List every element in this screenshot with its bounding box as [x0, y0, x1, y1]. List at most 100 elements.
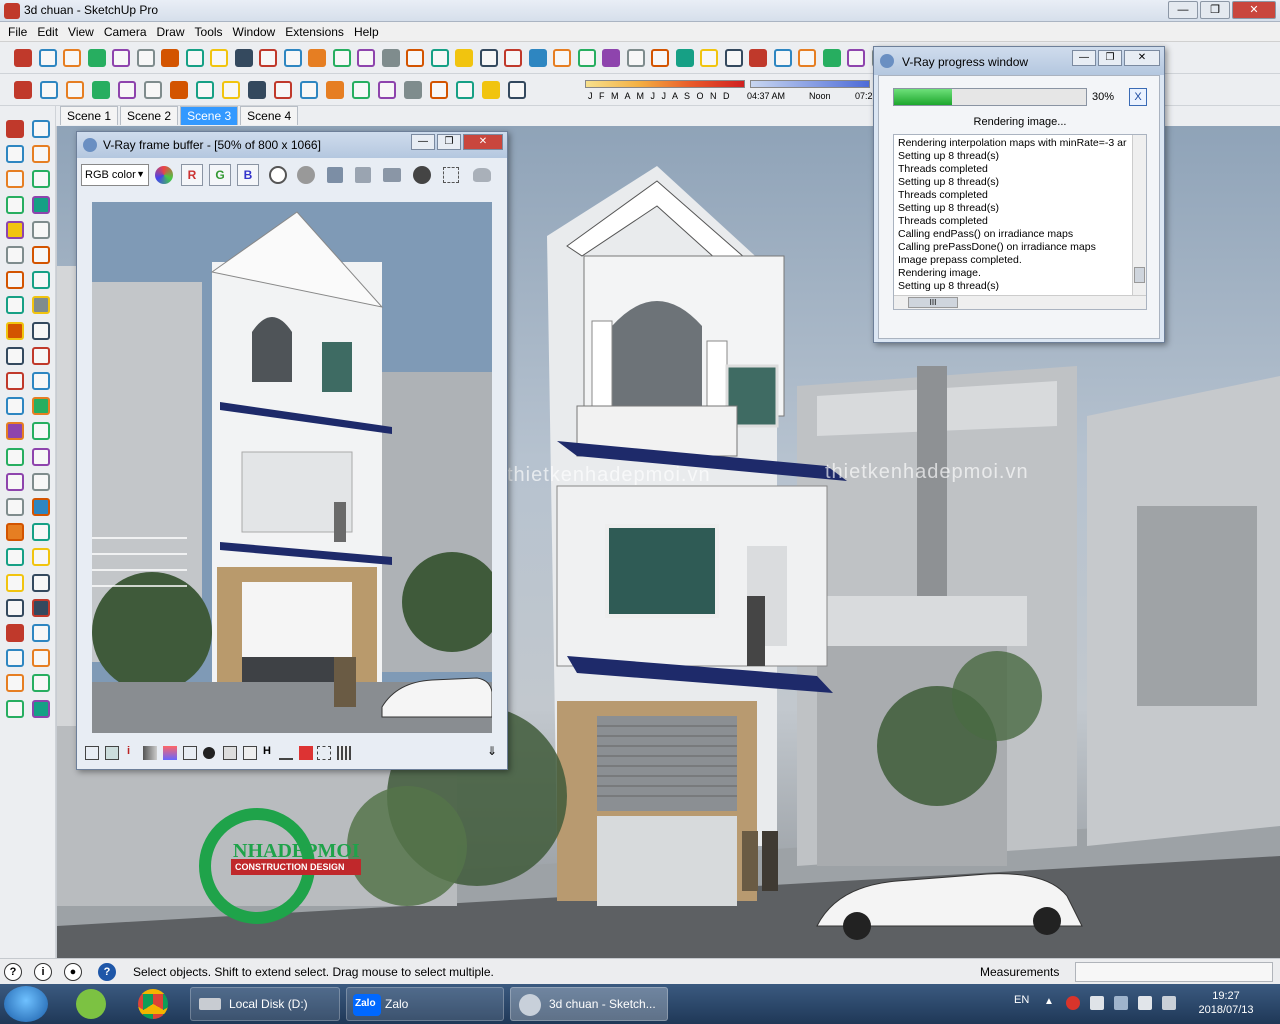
vray-tool-icon[interactable] — [92, 81, 110, 99]
tray-flag-icon[interactable] — [1162, 996, 1176, 1010]
toolbar1-tool-icon[interactable] — [14, 49, 32, 67]
record-icon[interactable] — [203, 747, 215, 759]
vfb-maximize-button[interactable]: ❐ — [437, 134, 461, 150]
minimize-button[interactable]: — — [1168, 1, 1198, 19]
time-slider[interactable] — [750, 80, 870, 88]
vray-tool-icon[interactable] — [118, 81, 136, 99]
channel-select[interactable]: RGB color ▼ — [81, 164, 149, 186]
vray-tool-icon[interactable] — [352, 81, 370, 99]
toolbar1-tool-icon[interactable] — [112, 49, 130, 67]
render-log[interactable]: Rendering interpolation maps with minRat… — [893, 134, 1147, 310]
palette-tool-icon[interactable] — [6, 548, 24, 567]
palette-tool-icon[interactable] — [32, 523, 50, 542]
vfb-minimize-button[interactable]: — — [411, 134, 435, 150]
palette-tool-icon[interactable] — [6, 246, 24, 264]
resize-icon[interactable] — [317, 746, 331, 760]
toolbar1-tool-icon[interactable] — [406, 49, 424, 67]
menu-window[interactable]: Window — [229, 22, 282, 41]
vray-tool-icon[interactable] — [378, 81, 396, 99]
toolbar1-tool-icon[interactable] — [161, 49, 179, 67]
save-icon[interactable] — [327, 167, 343, 183]
palette-tool-icon[interactable] — [6, 271, 24, 290]
toolbar1-tool-icon[interactable] — [283, 49, 302, 67]
palette-tool-icon[interactable] — [6, 346, 24, 365]
channel-r-button[interactable]: R — [181, 164, 203, 186]
flag-icon[interactable] — [299, 746, 313, 760]
toolbar1-tool-icon[interactable] — [381, 49, 400, 67]
pinned-app-icon[interactable] — [66, 987, 120, 1021]
palette-tool-icon[interactable] — [6, 296, 24, 315]
vpw-minimize-button[interactable]: — — [1072, 50, 1096, 66]
toolbar1-tool-icon[interactable] — [602, 49, 620, 67]
toolbar1-tool-icon[interactable] — [847, 49, 865, 67]
toolbar1-tool-icon[interactable] — [577, 49, 596, 67]
toolbar1-tool-icon[interactable] — [724, 49, 743, 67]
credits-icon[interactable]: i — [34, 963, 52, 981]
palette-tool-icon[interactable] — [32, 598, 50, 617]
histogram-icon[interactable] — [143, 746, 157, 760]
region-render-icon[interactable] — [443, 167, 459, 183]
vray-tool-icon[interactable] — [170, 81, 188, 99]
vray-progress-window[interactable]: V-Ray progress window — ❐ ✕ 30% X Render… — [873, 46, 1165, 343]
color-channels-icon[interactable] — [155, 166, 173, 184]
shadow-settings[interactable]: J F M A M J J A S O N D 04:37 AM Noon 07… — [585, 78, 875, 104]
close-button[interactable]: ✕ — [1232, 1, 1276, 19]
toolbar1-tool-icon[interactable] — [773, 49, 792, 67]
palette-tool-icon[interactable] — [32, 472, 50, 491]
maximize-button[interactable]: ❐ — [1200, 1, 1230, 19]
palette-tool-icon[interactable] — [6, 472, 24, 491]
toolbar1-tool-icon[interactable] — [357, 49, 375, 67]
vray-tool-icon[interactable] — [274, 81, 292, 99]
tray-cloud-icon[interactable] — [1114, 996, 1128, 1010]
palette-tool-icon[interactable] — [6, 447, 24, 466]
toolbar1-tool-icon[interactable] — [651, 49, 669, 67]
menu-extensions[interactable]: Extensions — [281, 22, 350, 41]
vray-tool-icon[interactable] — [456, 81, 474, 99]
channel-b-button[interactable]: B — [237, 164, 259, 186]
toolbar1-tool-icon[interactable] — [234, 49, 253, 67]
menu-tools[interactable]: Tools — [191, 22, 229, 41]
palette-tool-icon[interactable] — [6, 598, 24, 617]
tray-network-icon[interactable] — [1090, 996, 1104, 1010]
open-folder-icon[interactable] — [383, 168, 401, 182]
grid-icon[interactable] — [337, 746, 351, 760]
log-vertical-scrollbar[interactable] — [1132, 135, 1146, 295]
menu-draw[interactable]: Draw — [153, 22, 191, 41]
vray-tool-icon[interactable] — [14, 81, 32, 99]
menu-edit[interactable]: Edit — [33, 22, 64, 41]
vray-tool-icon[interactable] — [144, 81, 162, 99]
toolbar1-tool-icon[interactable] — [185, 49, 204, 67]
start-button[interactable] — [4, 986, 48, 1022]
taskbar-clock[interactable]: 19:27 2018/07/13 — [1196, 989, 1256, 1017]
palette-tool-icon[interactable] — [32, 271, 50, 290]
tray-expand-icon[interactable]: ▲ — [1044, 996, 1058, 1010]
compare-icon[interactable] — [243, 746, 257, 760]
toolbar1-tool-icon[interactable] — [700, 49, 718, 67]
toolbar1-tool-icon[interactable] — [308, 49, 326, 67]
ruler-icon[interactable] — [279, 746, 293, 760]
log-hscroll-thumb[interactable]: III — [908, 297, 958, 308]
alpha-icon[interactable] — [269, 166, 287, 184]
taskbar-zalo[interactable]: Zalo Zalo — [346, 987, 504, 1021]
tray-antivirus-icon[interactable] — [1066, 996, 1080, 1010]
palette-tool-icon[interactable] — [32, 699, 50, 718]
vray-tool-icon[interactable] — [222, 81, 240, 99]
vray-tool-icon[interactable] — [430, 81, 448, 99]
palette-tool-icon[interactable] — [32, 674, 50, 693]
toolbar1-tool-icon[interactable] — [822, 49, 841, 67]
vray-tool-icon[interactable] — [482, 81, 500, 99]
cancel-render-button[interactable]: X — [1129, 88, 1147, 106]
date-slider[interactable] — [585, 80, 745, 88]
palette-tool-icon[interactable] — [6, 624, 24, 642]
palette-tool-icon[interactable] — [6, 120, 24, 138]
menu-view[interactable]: View — [64, 22, 100, 41]
log-horizontal-scrollbar[interactable]: III — [894, 295, 1146, 309]
toolbar1-tool-icon[interactable] — [87, 49, 106, 67]
user-icon[interactable]: ● — [64, 963, 82, 981]
measurements-input[interactable] — [1075, 962, 1273, 982]
palette-tool-icon[interactable] — [6, 649, 24, 668]
toolbar1-tool-icon[interactable] — [798, 49, 816, 67]
palette-tool-icon[interactable] — [32, 296, 50, 315]
palette-tool-icon[interactable] — [32, 321, 50, 340]
tab-scene-4[interactable]: Scene 4 — [240, 106, 299, 125]
